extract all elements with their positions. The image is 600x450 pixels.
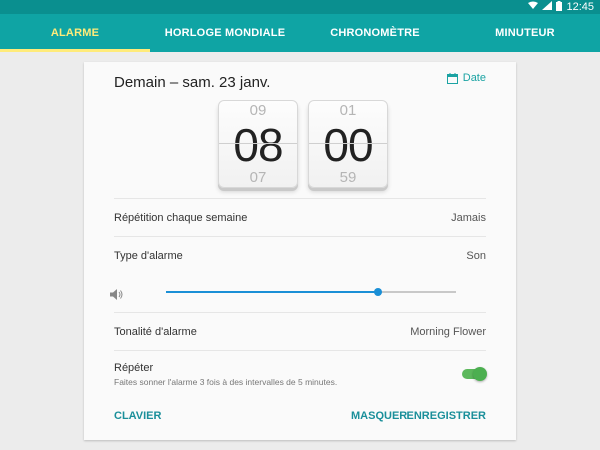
minute-prev: 01 — [339, 102, 357, 119]
tab-bar: ALARME HORLOGE MONDIALE CHRONOMÈTRE MINU… — [0, 14, 600, 52]
alarm-type-row[interactable]: Type d'alarme Son — [114, 236, 486, 275]
repeat-weekly-value: Jamais — [451, 212, 486, 224]
volume-slider[interactable] — [84, 284, 516, 300]
keyboard-button[interactable]: CLAVIER — [114, 410, 161, 422]
snooze-toggle[interactable] — [462, 367, 487, 381]
tab-timer[interactable]: MINUTEUR — [450, 14, 600, 52]
hour-divider — [219, 143, 297, 144]
ringtone-row[interactable]: Tonalité d'alarme Morning Flower — [114, 312, 486, 351]
signal-icon — [542, 1, 553, 13]
tab-world-clock[interactable]: HORLOGE MONDIALE — [150, 14, 300, 52]
repeat-weekly-row[interactable]: Répétition chaque semaine Jamais — [114, 198, 486, 237]
save-button[interactable]: ENREGISTRER — [407, 410, 486, 422]
snooze-label: Répéter — [114, 362, 154, 374]
calendar-icon — [446, 72, 458, 84]
minute-next: 59 — [339, 169, 357, 186]
volume-track — [166, 288, 456, 296]
ringtone-label: Tonalité d'alarme — [114, 326, 197, 338]
wifi-icon — [528, 1, 539, 13]
status-time: 12:45 — [566, 1, 594, 13]
snooze-description: Faites sonner l'alarme 3 fois à des inte… — [114, 377, 338, 387]
battery-icon — [556, 0, 563, 14]
action-bar: CLAVIER MASQUER ENREGISTRER — [114, 410, 486, 428]
minute-picker[interactable]: 01 00 59 — [308, 100, 388, 188]
hour-next: 07 — [249, 169, 267, 186]
hide-button[interactable]: MASQUER — [351, 410, 407, 422]
volume-fill — [166, 291, 378, 293]
hour-value: 08 — [233, 119, 283, 171]
minute-divider — [309, 143, 387, 144]
snooze-toggle-knob — [473, 367, 487, 381]
alarm-type-value: Son — [466, 250, 486, 262]
minute-value: 00 — [323, 119, 373, 171]
tab-stopwatch[interactable]: CHRONOMÈTRE — [300, 14, 450, 52]
volume-thumb[interactable] — [373, 288, 382, 296]
date-button-label: Date — [462, 72, 486, 84]
status-bar: 12:45 — [0, 0, 600, 14]
volume-icon — [110, 287, 124, 305]
ringtone-value: Morning Flower — [410, 326, 486, 338]
hour-prev: 09 — [249, 102, 267, 119]
date-button[interactable]: Date — [446, 72, 486, 84]
snooze-row[interactable]: Répéter Faites sonner l'alarme 3 fois à … — [114, 350, 487, 395]
alarm-editor-card: Demain – sam. 23 janv. Date 09 08 07 01 … — [84, 62, 516, 440]
alarm-date-title: Demain – sam. 23 janv. — [114, 74, 271, 91]
tab-alarm[interactable]: ALARME — [0, 14, 150, 52]
hour-picker[interactable]: 09 08 07 — [218, 100, 298, 188]
alarm-type-label: Type d'alarme — [114, 250, 183, 262]
repeat-weekly-label: Répétition chaque semaine — [114, 212, 248, 224]
